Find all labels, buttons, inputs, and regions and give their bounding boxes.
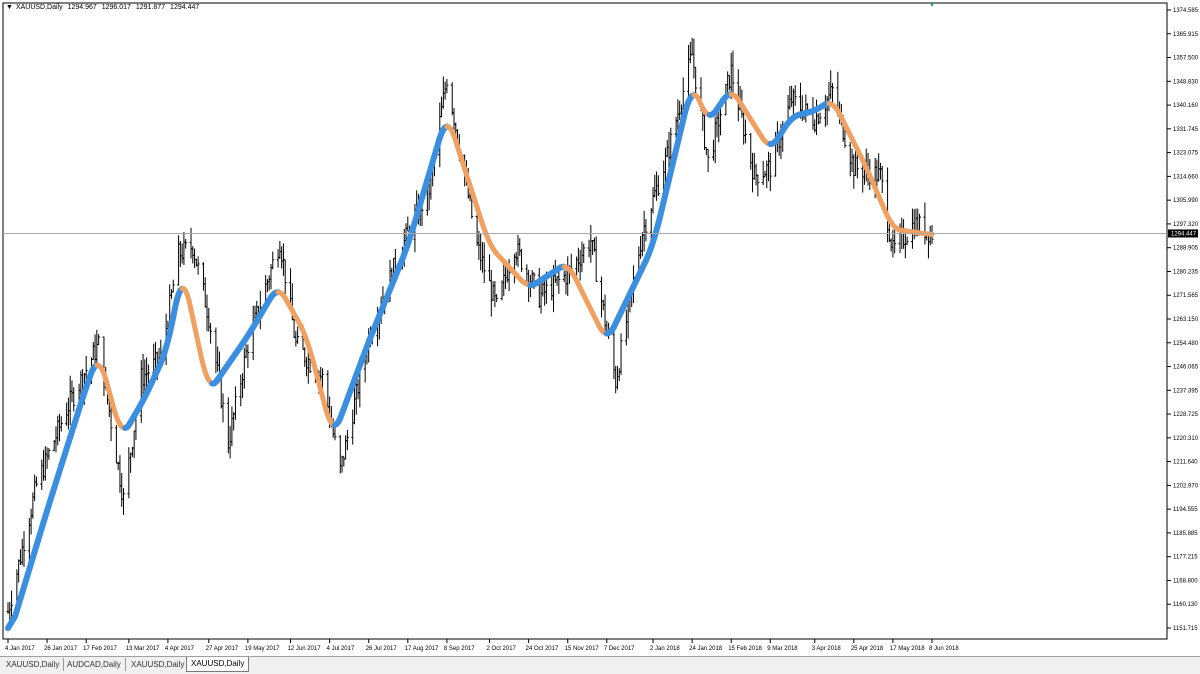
- tab-xauusd-daily-1[interactable]: XAUUSD,Daily: [2, 658, 64, 671]
- time-axis-label: 27 Apr 2017: [206, 646, 239, 652]
- low-value: 1291.877: [136, 4, 165, 11]
- time-axis-label: 4 Apr 2017: [165, 646, 195, 652]
- tab-xauusd-daily-active[interactable]: XAUUSD,Daily: [186, 657, 249, 672]
- time-axis-label: 17 Feb 2017: [83, 646, 117, 652]
- price-axis-label: 1348.830: [1173, 79, 1199, 85]
- time-axis-label: 2 Oct 2017: [487, 646, 517, 652]
- tab-xauusd-daily-2[interactable]: XAUUSD,Daily: [127, 658, 189, 671]
- price-axis-label: 1374.585: [1173, 8, 1199, 14]
- time-axis-label: 15 Nov 2017: [565, 646, 600, 652]
- time-axis-label: 8 Sep 2017: [444, 646, 475, 652]
- time-axis-label: 13 Mar 2017: [126, 646, 160, 652]
- svg-text:1294.447: 1294.447: [1171, 231, 1197, 237]
- price-chart[interactable]: 1374.585 1365.915 1357.500 1348.830 1340.160…: [0, 0, 1200, 673]
- open-value: 1294.967: [68, 4, 97, 11]
- price-axis-label: 1246.065: [1173, 365, 1199, 371]
- time-axis-label: 26 Jul 2017: [366, 646, 398, 652]
- time-axis-label: 12 Jun 2017: [288, 646, 322, 652]
- time-axis-label: 8 Jun 2018: [929, 646, 959, 652]
- chart-info-header: ▼XAUUSD,Daily 1294.967 1296.017 1291.877…: [6, 4, 202, 11]
- price-axis-label: 1331.745: [1173, 127, 1199, 133]
- price-axis-label: 1340.160: [1173, 103, 1199, 109]
- time-axis-label: 25 Apr 2018: [851, 646, 884, 652]
- price-axis-label: 1211.640: [1173, 460, 1198, 466]
- collapse-arrow-icon[interactable]: ▼: [6, 4, 13, 11]
- time-axis-label: 26 Jan 2017: [44, 646, 78, 652]
- time-axis-label: 15 Feb 2018: [728, 646, 762, 652]
- time-axis-label: 24 Oct 2017: [526, 646, 559, 652]
- time-axis-label: 4 Jul 2017: [327, 646, 355, 652]
- close-value: 1294.447: [170, 4, 199, 11]
- chart-frame: [3, 3, 1167, 639]
- price-axis-label: 1263.150: [1173, 317, 1199, 323]
- price-axis-label: 1194.555: [1173, 507, 1198, 513]
- chart-canvas[interactable]: 1374.585 1365.915 1357.500 1348.830 1340.160…: [0, 0, 1200, 656]
- price-axis-label: 1288.905: [1173, 246, 1199, 252]
- price-axis-label: 1280.235: [1173, 269, 1199, 275]
- symbol-label: XAUUSD,Daily: [16, 4, 63, 11]
- time-axis-label: 17 Aug 2017: [405, 646, 439, 652]
- high-value: 1296.017: [102, 4, 131, 11]
- current-price-marker: 1294.447: [1168, 229, 1198, 237]
- time-axis-label: 4 Jan 2017: [5, 646, 35, 652]
- price-axis-label: 1177.215: [1173, 555, 1198, 561]
- price-axis-label: 1323.075: [1173, 151, 1199, 157]
- price-axis-label: 1314.660: [1173, 174, 1199, 180]
- time-axis-label: 2 Jan 2018: [650, 646, 680, 652]
- tab-audcad-daily[interactable]: AUDCAD,Daily: [63, 658, 126, 671]
- price-axis-label: 1271.565: [1173, 293, 1199, 299]
- time-axis-label: 7 Dec 2017: [604, 646, 635, 652]
- price-axis-label: 1228.725: [1173, 412, 1199, 418]
- price-axis-label: 1151.715: [1173, 626, 1198, 632]
- chart-tabs-bar: XAUUSD,Daily AUDCAD,Daily XAUUSD,Daily X…: [0, 656, 1200, 674]
- time-axis-label: 3 Apr 2018: [812, 646, 842, 652]
- price-axis-label: 1220.310: [1173, 436, 1199, 442]
- price-axis-label: 1305.990: [1173, 198, 1199, 204]
- price-axis-label: 1254.480: [1173, 341, 1199, 347]
- price-axis: 1374.585 1365.915 1357.500 1348.830 1340.160…: [1167, 8, 1199, 632]
- time-axis: 4 Jan 2017 26 Jan 2017 17 Feb 2017 13 Mar 2…: [5, 639, 959, 652]
- price-axis-label: 1365.915: [1173, 32, 1199, 38]
- time-axis-label: 24 Jan 2018: [689, 646, 723, 652]
- time-axis-label: 19 May 2017: [245, 646, 280, 652]
- price-axis-label: 1237.395: [1173, 388, 1199, 394]
- time-axis-label: 17 May 2018: [890, 646, 925, 652]
- time-axis-label: 9 Mar 2018: [767, 646, 798, 652]
- price-axis-label: 1297.320: [1173, 222, 1199, 228]
- price-axis-label: 1202.970: [1173, 483, 1199, 489]
- price-axis-label: 1168.800: [1173, 578, 1198, 584]
- price-axis-label: 1160.130: [1173, 602, 1198, 608]
- price-axis-label: 1185.885: [1173, 531, 1198, 537]
- price-axis-label: 1357.500: [1173, 56, 1199, 62]
